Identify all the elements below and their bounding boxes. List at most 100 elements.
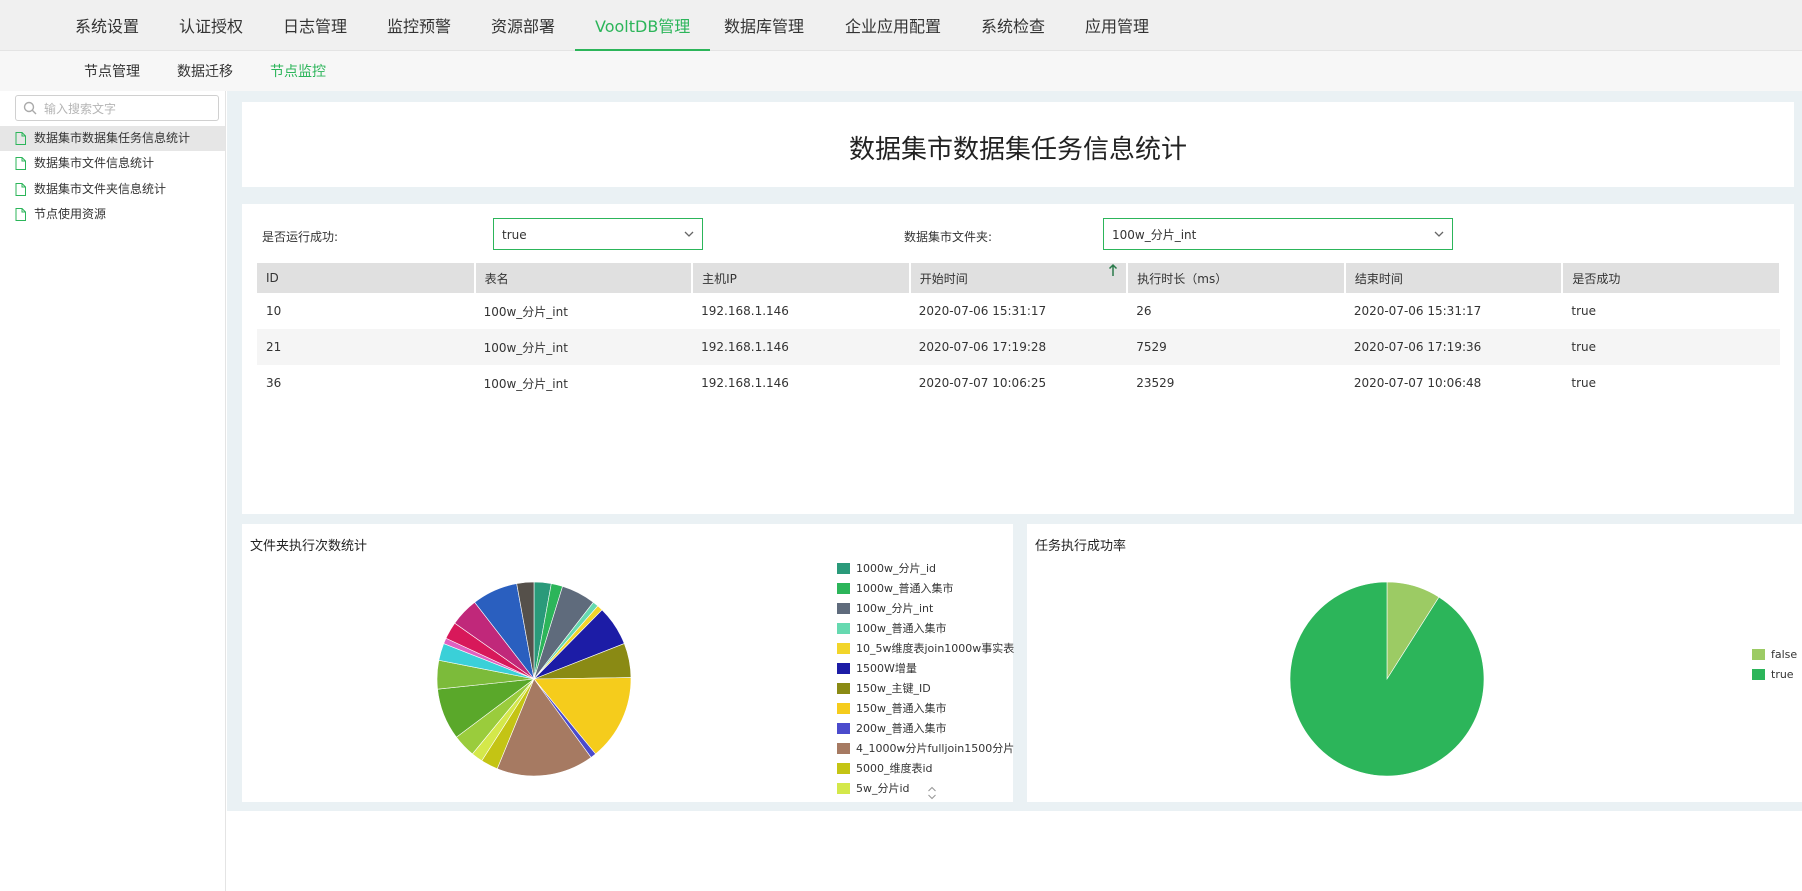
cell-success: true — [1571, 376, 1597, 390]
cell-host-ip: 192.168.1.146 — [701, 304, 789, 318]
table-card: 是否运行成功: true 数据集市文件夹: 100w_分片_int ID 表名 … — [242, 204, 1794, 514]
pie-slice[interactable] — [1289, 581, 1485, 777]
top-nav: 系统设置 认证授权 日志管理 监控预警 资源部署 VooltDB管理 数据库管理… — [0, 0, 1802, 51]
tab-system-check[interactable]: 系统检查 — [981, 0, 1045, 51]
legend-label: 200w_普通入集市 — [856, 722, 947, 735]
subtab-data-migration[interactable]: 数据迁移 — [177, 51, 233, 91]
tab-app-management[interactable]: 应用管理 — [1085, 0, 1149, 51]
folder-select[interactable]: 100w_分片_int — [1103, 218, 1453, 250]
cell-table-name: 100w_分片_int — [483, 376, 568, 391]
sidebar-item-node-resources[interactable]: 节点使用资源 — [0, 202, 225, 227]
sidebar-item-label: 数据集市文件夹信息统计 — [34, 182, 167, 196]
legend-label: 1000w_普通入集市 — [856, 582, 954, 595]
sort-arrow-up-icon[interactable] — [1108, 263, 1118, 277]
title-card: 数据集市数据集任务信息统计 — [242, 102, 1794, 187]
legend-swatch — [837, 603, 850, 614]
cell-success: true — [1562, 329, 1780, 365]
legend-swatch — [837, 703, 850, 714]
legend-label: 5w_分片id — [856, 782, 910, 795]
cell-id: 21 — [257, 329, 475, 365]
folder-filter-label: 数据集市文件夹: — [904, 230, 993, 244]
legend-swatch — [837, 723, 850, 734]
column-header-table-name[interactable]: 表名 — [474, 263, 694, 293]
legend-label: 4_1000w分片fulljoin1500分片 — [856, 742, 1015, 755]
legend-label: 1000w_分片_id — [856, 562, 937, 575]
success-filter-label: 是否运行成功: — [262, 230, 339, 244]
file-icon — [15, 157, 26, 170]
sidebar-item-label: 数据集市数据集任务信息统计 — [34, 131, 191, 145]
legend-swatch — [1752, 649, 1765, 660]
file-icon — [15, 208, 26, 221]
tab-log-management[interactable]: 日志管理 — [283, 0, 347, 51]
search-input[interactable] — [42, 99, 216, 119]
legend-label: 100w_分片_int — [856, 602, 934, 615]
cell-duration: 23529 — [1136, 376, 1175, 390]
column-header-start-time[interactable]: 开始时间 — [909, 263, 1129, 293]
cell-id: 36 — [266, 376, 282, 390]
file-icon — [15, 132, 26, 145]
tab-database-management[interactable]: 数据库管理 — [724, 0, 804, 51]
cell-start-time: 2020-07-06 17:19:28 — [909, 329, 1128, 365]
legend-swatch — [837, 663, 850, 674]
sidebar: 数据集市数据集任务信息统计 数据集市文件信息统计 数据集市文件夹信息统计 节点使… — [0, 91, 226, 891]
cell-table-name: 100w_分片_int — [483, 304, 568, 319]
legend-label: 150w_主键_ID — [856, 682, 931, 695]
cell-duration: 7529 — [1127, 329, 1345, 365]
sidebar-item-label: 数据集市文件信息统计 — [34, 156, 155, 170]
success-rate-chart: 任务执行成功率 false true — [1027, 524, 1802, 802]
sidebar-item-file-stats[interactable]: 数据集市文件信息统计 — [0, 151, 225, 176]
success-select-value: true — [502, 228, 527, 242]
table-row[interactable]: 10 100w_分片_int 192.168.1.146 2020-07-06 … — [257, 293, 1780, 329]
table-header-row: ID 表名 主机IP 开始时间 执行时长（ms） 结束时间 是否成功 — [257, 263, 1781, 293]
table-row[interactable]: 36 100w_分片_int 192.168.1.146 2020-07-07 … — [257, 365, 1780, 401]
search-icon — [23, 101, 37, 115]
legend-swatch — [837, 683, 850, 694]
legend-pager-icon[interactable] — [927, 786, 937, 800]
column-header-id[interactable]: ID — [257, 263, 476, 293]
cell-start-time: 2020-07-06 15:31:17 — [918, 304, 1047, 318]
cell-id: 10 — [266, 304, 282, 318]
file-icon — [15, 183, 26, 196]
column-header-label: 开始时间 — [919, 271, 968, 286]
tab-auth[interactable]: 认证授权 — [179, 0, 243, 51]
table-row[interactable]: 21 100w_分片_int 192.168.1.146 2020-07-06 … — [257, 329, 1780, 365]
chevron-down-icon — [684, 231, 694, 237]
column-header-end-time[interactable]: 结束时间 — [1344, 263, 1564, 293]
success-pie-chart — [1289, 581, 1485, 777]
cell-end-time: 2020-07-06 17:19:36 — [1344, 329, 1563, 365]
cell-host-ip: 192.168.1.146 — [701, 376, 789, 390]
legend-swatch — [837, 623, 850, 634]
legend-swatch — [837, 563, 850, 574]
legend-swatch — [837, 743, 850, 754]
tab-enterprise-config[interactable]: 企业应用配置 — [845, 0, 941, 51]
folder-select-value: 100w_分片_int — [1112, 228, 1197, 242]
tab-resource-deploy[interactable]: 资源部署 — [491, 0, 555, 51]
subtab-node-monitoring[interactable]: 节点监控 — [270, 51, 326, 91]
tab-vooltdb-management[interactable]: VooltDB管理 — [575, 0, 711, 51]
sidebar-item-folder-stats[interactable]: 数据集市文件夹信息统计 — [0, 177, 225, 202]
column-header-success[interactable]: 是否成功 — [1562, 263, 1781, 293]
legend-swatch — [837, 783, 850, 794]
legend-label: true — [1771, 668, 1794, 681]
sub-nav: 节点管理 数据迁移 节点监控 — [0, 51, 1802, 91]
chevron-down-icon — [1434, 231, 1444, 237]
sidebar-item-label: 节点使用资源 — [34, 207, 107, 221]
legend-swatch — [837, 583, 850, 594]
legend-swatch — [837, 763, 850, 774]
legend-label: 150w_普通入集市 — [856, 702, 947, 715]
main-content: 数据集市数据集任务信息统计 是否运行成功: true 数据集市文件夹: 100w… — [227, 91, 1802, 811]
legend-swatch — [837, 643, 850, 654]
search-box — [15, 95, 219, 121]
success-select[interactable]: true — [493, 218, 703, 250]
column-header-host-ip[interactable]: 主机IP — [692, 263, 911, 293]
cell-duration: 26 — [1136, 304, 1152, 318]
task-table: ID 表名 主机IP 开始时间 执行时长（ms） 结束时间 是否成功 10 10… — [257, 263, 1781, 401]
legend-label: 10_5w维度表join1000w事实表 — [856, 642, 1015, 655]
column-header-duration[interactable]: 执行时长（ms） — [1127, 263, 1346, 293]
tab-monitoring-alerts[interactable]: 监控预警 — [387, 0, 451, 51]
sidebar-item-dataset-task-stats[interactable]: 数据集市数据集任务信息统计 — [0, 126, 225, 151]
legend-label: false — [1771, 648, 1798, 661]
legend-label: 100w_普通入集市 — [856, 622, 947, 635]
tab-system-settings[interactable]: 系统设置 — [75, 0, 139, 51]
subtab-node-management[interactable]: 节点管理 — [84, 51, 140, 91]
